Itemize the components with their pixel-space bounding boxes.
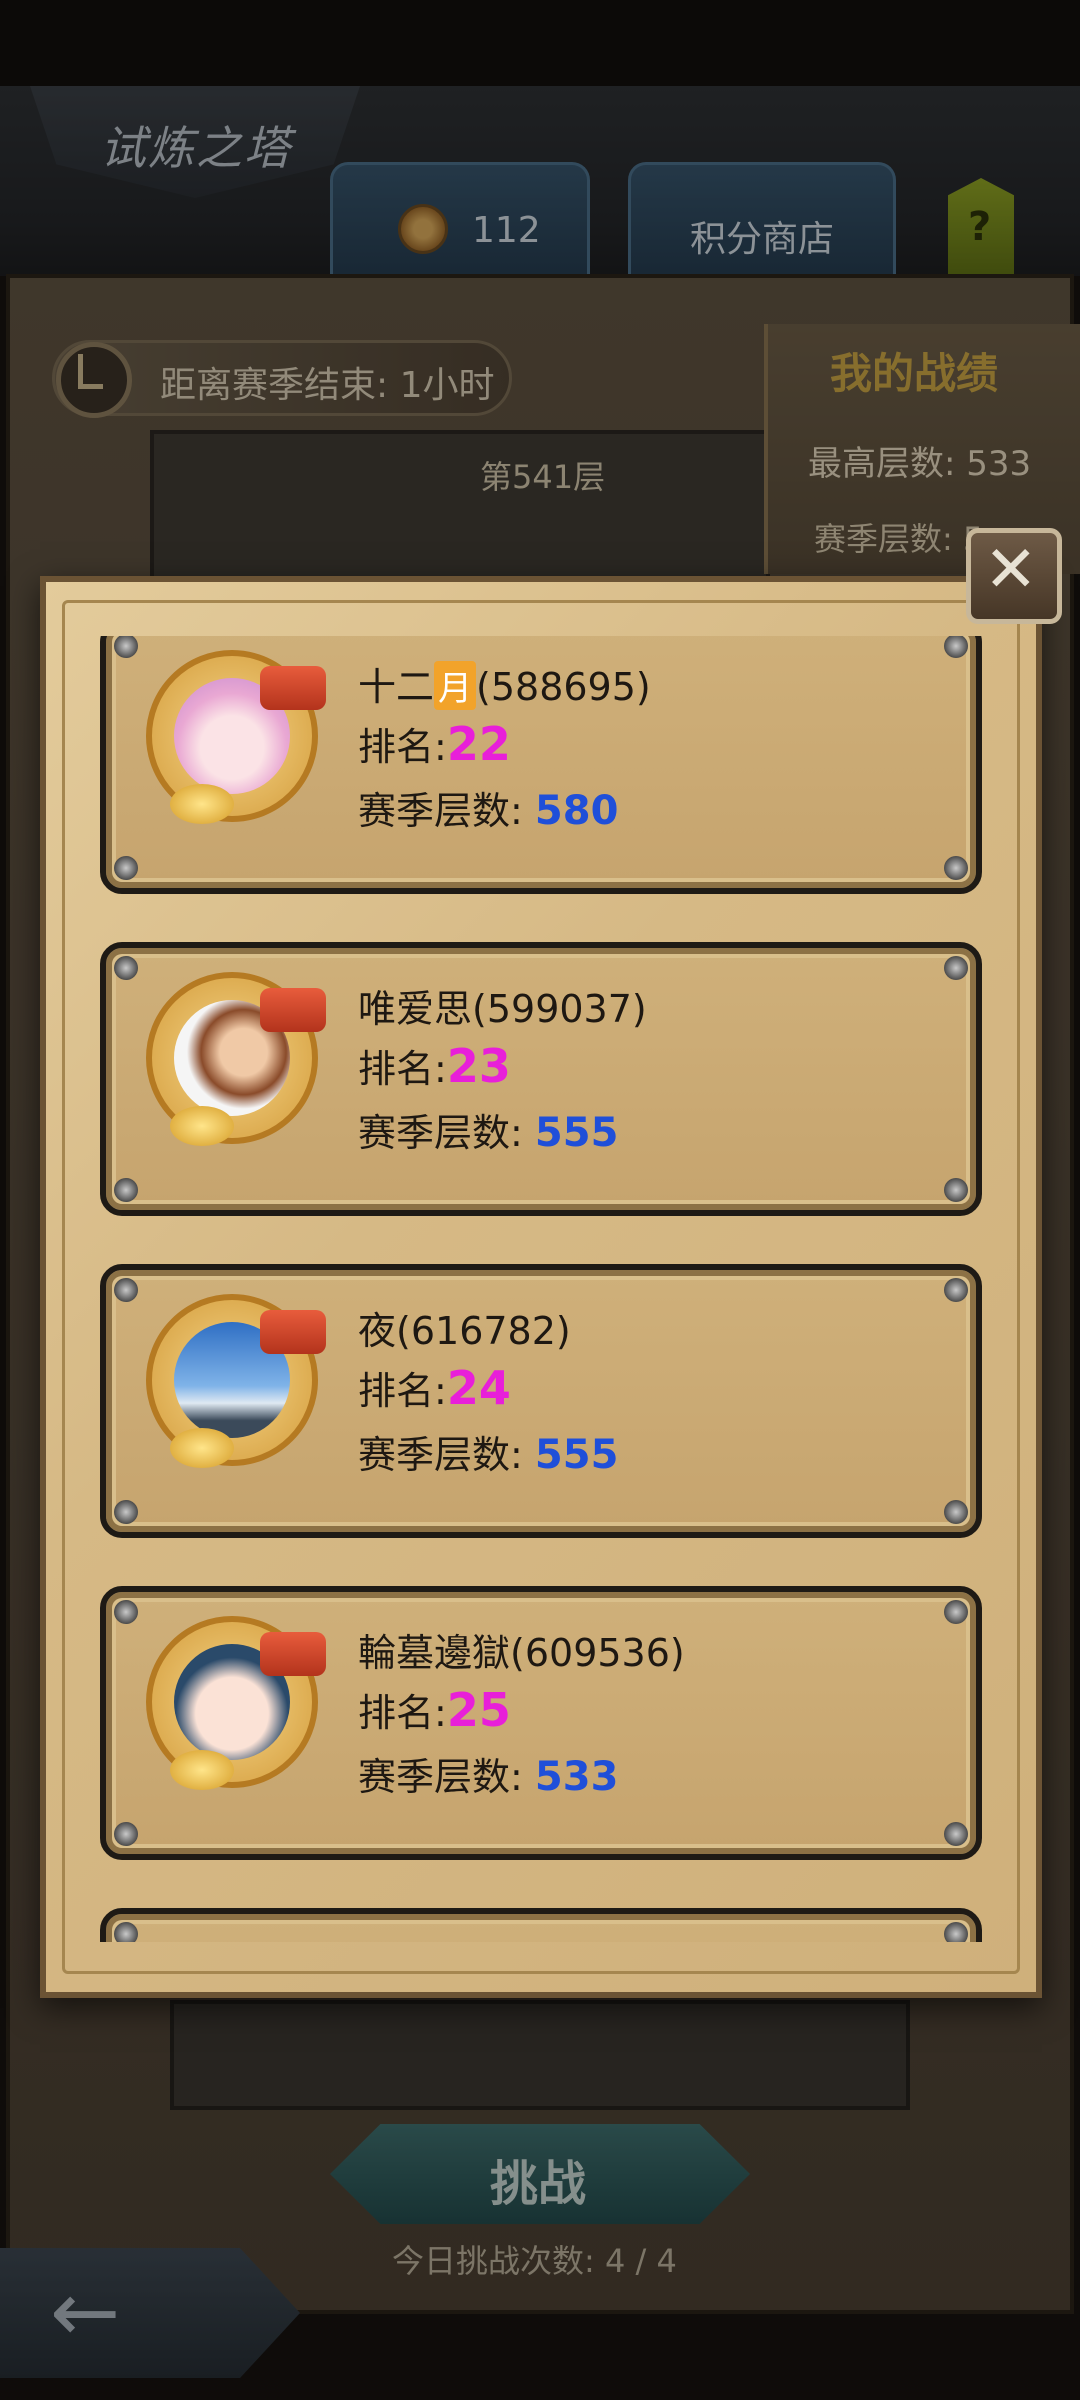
- gold-ingot-icon: [170, 1106, 234, 1146]
- ranking-card: 輪墓邊獄(609536) 排名:25 赛季层数: 533: [100, 1586, 982, 1860]
- rivet: [944, 856, 968, 880]
- rivet: [944, 1500, 968, 1524]
- rivet: [114, 856, 138, 880]
- rivet: [114, 956, 138, 980]
- rivet: [944, 1600, 968, 1624]
- avatar-frame-ornament: [260, 1310, 326, 1354]
- rivet: [114, 1600, 138, 1624]
- player-name: 輪墓邊獄(609536): [358, 1631, 685, 1675]
- close-icon: ✕: [984, 533, 1038, 607]
- status-bar: [0, 0, 1080, 86]
- player-rank: 排名:23: [358, 1039, 511, 1093]
- player-season-floor: 赛季层数: 580: [358, 788, 619, 834]
- avatar-frame-ornament: [260, 988, 326, 1032]
- rivet: [114, 1278, 138, 1302]
- rivet: [114, 1500, 138, 1524]
- rivet: [114, 1822, 138, 1846]
- rivet: [944, 1822, 968, 1846]
- player-season-floor: 赛季层数: 533: [358, 1754, 619, 1800]
- player-name: 唯爱思(599037): [358, 987, 647, 1031]
- rivet: [944, 1178, 968, 1202]
- player-season-floor: 赛季层数: 555: [358, 1432, 619, 1478]
- avatar-frame-ornament: [260, 1632, 326, 1676]
- moon-badge: 月: [434, 661, 477, 710]
- player-avatar[interactable]: [146, 1294, 326, 1468]
- player-avatar[interactable]: [146, 650, 326, 824]
- rivet: [114, 1178, 138, 1202]
- player-avatar[interactable]: [146, 1616, 326, 1790]
- ranking-list[interactable]: 十二月 (588695) 排名:22 赛季层数: 580 唯爱思(599037) …: [96, 636, 986, 1942]
- ranking-card: 十二月 (588695) 排名:22 赛季层数: 580: [100, 636, 982, 894]
- ranking-card: 夜(616782) 排名:24 赛季层数: 555: [100, 1264, 982, 1538]
- ranking-card: 唯爱思(599037) 排名:23 赛季层数: 555: [100, 942, 982, 1216]
- gold-ingot-icon: [170, 784, 234, 824]
- rivet: [114, 636, 138, 658]
- player-name: 夜(616782): [358, 1309, 571, 1353]
- rivet: [944, 636, 968, 658]
- rivet: [944, 1278, 968, 1302]
- gold-ingot-icon: [170, 1750, 234, 1790]
- rivet: [114, 1922, 138, 1942]
- gold-ingot-icon: [170, 1428, 234, 1468]
- player-rank: 排名:22: [358, 717, 511, 771]
- ranking-card: [100, 1908, 982, 1942]
- player-season-floor: 赛季层数: 555: [358, 1110, 619, 1156]
- player-rank: 排名:24: [358, 1361, 511, 1415]
- avatar-frame-ornament: [260, 666, 326, 710]
- player-rank: 排名:25: [358, 1683, 511, 1737]
- player-name: 十二月 (588695): [358, 656, 651, 711]
- player-avatar[interactable]: [146, 972, 326, 1146]
- rivet: [944, 1922, 968, 1942]
- rivet: [944, 956, 968, 980]
